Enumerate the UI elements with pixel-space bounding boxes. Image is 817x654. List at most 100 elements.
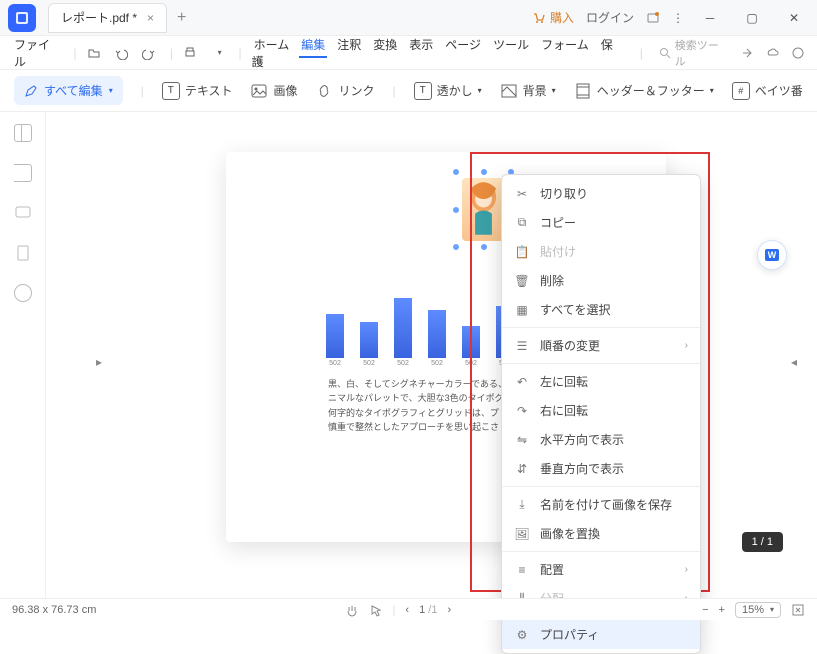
text-tool[interactable]: Tテキスト: [162, 82, 233, 100]
redo-icon[interactable]: [142, 46, 160, 60]
bates-tool[interactable]: #ベイツ番: [732, 82, 803, 100]
resize-handle[interactable]: [480, 168, 488, 176]
ctx-label: 順番の変更: [540, 337, 600, 354]
help-icon[interactable]: [791, 46, 805, 60]
search-icon: [659, 47, 671, 59]
copy-icon: ⧉: [514, 215, 530, 231]
background-tool[interactable]: 背景▾: [500, 82, 556, 100]
chart-bar: [394, 298, 412, 358]
prev-page-button[interactable]: ‹: [405, 604, 409, 616]
close-button[interactable]: ✕: [779, 3, 809, 33]
search-tools[interactable]: 検索ツール: [659, 37, 729, 69]
ctx-delete[interactable]: 🗑 削除: [502, 266, 700, 295]
collapse-right-icon[interactable]: ◂: [791, 355, 801, 365]
open-icon[interactable]: [87, 46, 105, 60]
align-icon: ≡: [514, 562, 530, 578]
select-all-icon: ▦: [514, 302, 530, 318]
edit-toolbar: すべて編集 ▾ | Tテキスト 画像 リンク | T透かし▾ 背景▾ ヘッダー＆…: [0, 70, 817, 112]
ctx-label: 削除: [540, 272, 564, 289]
bookmarks-icon[interactable]: [14, 164, 32, 182]
ctx-order[interactable]: ☰順番の変更›: [502, 331, 700, 360]
thumbnails-icon[interactable]: [14, 124, 32, 142]
zoom-out-button[interactable]: −: [702, 604, 708, 616]
collapse-left-icon[interactable]: ▸: [96, 355, 106, 365]
dropdown-icon[interactable]: ▾: [211, 48, 229, 57]
delete-icon: 🗑: [514, 273, 530, 289]
ctx-replace-image[interactable]: 🖼 画像を置換: [502, 519, 700, 548]
menu-変換[interactable]: 変換: [371, 34, 399, 56]
chart-bar: [326, 314, 344, 358]
print-icon[interactable]: [183, 46, 201, 60]
buy-link[interactable]: 購入: [532, 9, 574, 26]
ctx-select-all[interactable]: ▦すべてを選択: [502, 295, 700, 324]
titlebar: レポート.pdf * × + 購入 ログイン ⋮ ─ ▢ ✕: [0, 0, 817, 36]
minimize-button[interactable]: ─: [695, 3, 725, 33]
ctx-label: 配置: [540, 561, 564, 578]
document-tab[interactable]: レポート.pdf * ×: [48, 3, 167, 33]
cloud-icon[interactable]: [765, 46, 779, 60]
notification-icon[interactable]: [646, 11, 660, 25]
properties-icon: ⚙: [514, 627, 530, 643]
flip-h-icon: ⇋: [514, 432, 530, 448]
chart-label: 502: [360, 360, 378, 367]
chart-label: 502: [394, 360, 412, 367]
ctx-label: 切り取り: [540, 185, 588, 202]
ctx-label: 画像を置換: [540, 525, 600, 542]
menu-ツール[interactable]: ツール: [491, 34, 531, 56]
resize-handle[interactable]: [452, 206, 460, 214]
image-tool[interactable]: 画像: [250, 82, 297, 100]
attachments-icon[interactable]: [14, 244, 32, 262]
menu-表示[interactable]: 表示: [407, 34, 435, 56]
login-link[interactable]: ログイン: [586, 9, 634, 26]
background-icon: [500, 82, 518, 100]
next-page-button[interactable]: ›: [447, 604, 451, 616]
menu-ページ[interactable]: ページ: [443, 34, 483, 56]
ctx-copy[interactable]: ⧉コピー: [502, 208, 700, 237]
resize-handle[interactable]: [452, 168, 460, 176]
chart-bar: [428, 310, 446, 358]
kebab-menu-icon[interactable]: ⋮: [672, 11, 683, 25]
ctx-save-image[interactable]: ⤓名前を付けて画像を保存: [502, 490, 700, 519]
chart-label: 502: [428, 360, 446, 367]
rotate-left-icon: ↶: [514, 374, 530, 390]
menu-注釈[interactable]: 注釈: [335, 34, 363, 56]
select-tool-icon[interactable]: [369, 603, 383, 617]
resize-handle[interactable]: [452, 243, 460, 251]
ctx-flip-v[interactable]: ⇵垂直方向で表示: [502, 454, 700, 483]
document-canvas[interactable]: ▸ ◂ 502502502502502502502 黒、白、そしてシグネチャーカ…: [46, 112, 811, 598]
menu-フォーム[interactable]: フォーム: [539, 34, 591, 56]
maximize-button[interactable]: ▢: [737, 3, 767, 33]
new-tab-button[interactable]: +: [177, 9, 186, 27]
ctx-properties[interactable]: ⚙プロパティ: [502, 620, 700, 649]
menu-file[interactable]: ファイル: [12, 32, 63, 74]
resize-handle[interactable]: [480, 243, 488, 251]
header-footer-tool[interactable]: ヘッダー＆フッター▾: [574, 82, 714, 100]
comments-icon[interactable]: [14, 204, 32, 222]
zoom-in-button[interactable]: +: [719, 604, 725, 616]
ctx-rotate-right[interactable]: ↷右に回転: [502, 396, 700, 425]
header-footer-icon: [574, 82, 592, 100]
undo-icon[interactable]: [114, 46, 132, 60]
edit-all-button[interactable]: すべて編集 ▾: [14, 76, 123, 105]
menu-編集[interactable]: 編集: [299, 34, 327, 58]
replace-image-icon: 🖼: [514, 526, 530, 542]
chart-bar: [360, 322, 378, 358]
word-export-button[interactable]: W: [757, 240, 787, 270]
paste-icon: 📋: [514, 244, 530, 260]
hand-tool-icon[interactable]: [345, 603, 359, 617]
page-input[interactable]: 1 /1: [419, 604, 437, 616]
ctx-cut[interactable]: ✂切り取り: [502, 179, 700, 208]
ctx-rotate-left[interactable]: ↶左に回転: [502, 367, 700, 396]
link-tool[interactable]: リンク: [315, 82, 374, 100]
tab-close-icon[interactable]: ×: [147, 11, 154, 25]
flip-v-icon: ⇵: [514, 461, 530, 477]
fit-page-icon[interactable]: [791, 603, 805, 617]
zoom-select[interactable]: 15%▾: [735, 602, 781, 618]
ctx-label: 貼付け: [540, 243, 576, 260]
watermark-tool[interactable]: T透かし▾: [414, 82, 482, 100]
share-icon[interactable]: [739, 46, 753, 60]
image-content: [462, 178, 505, 241]
search-rail-icon[interactable]: [14, 284, 32, 302]
ctx-align[interactable]: ≡配置›: [502, 555, 700, 584]
ctx-flip-h[interactable]: ⇋水平方向で表示: [502, 425, 700, 454]
